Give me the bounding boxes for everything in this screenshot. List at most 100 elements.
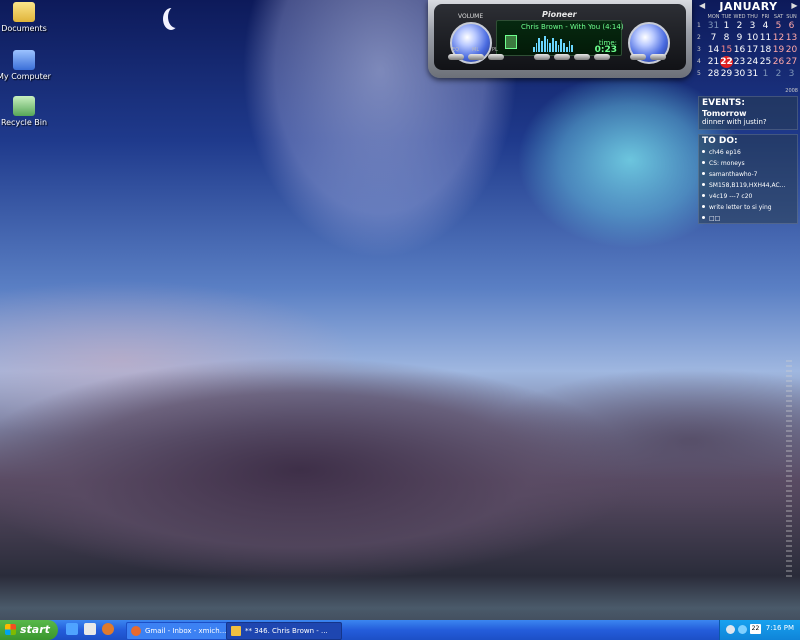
calendar-day[interactable]: 2: [772, 68, 785, 80]
internet-explorer-icon[interactable]: [66, 623, 78, 635]
task-label: Gmail - Inbox - xmich...: [145, 627, 227, 635]
calendar-day[interactable]: 7: [707, 32, 720, 44]
calendar-day[interactable]: 26: [772, 56, 785, 68]
calendar-day[interactable]: 15: [720, 44, 733, 56]
calendar-day[interactable]: 8: [720, 32, 733, 44]
event-description[interactable]: dinner with justin?: [699, 118, 797, 126]
desktop-icon-my-computer[interactable]: My Computer: [0, 50, 54, 81]
folder-icon: [13, 2, 35, 22]
calendar-day[interactable]: 13: [785, 32, 798, 44]
week-number: 3: [697, 46, 701, 53]
quick-launch-icon[interactable]: [84, 623, 96, 635]
desktop-icon-recycle-bin[interactable]: Recycle Bin: [0, 96, 54, 127]
calendar-day[interactable]: 29: [720, 68, 733, 80]
play-button[interactable]: [554, 54, 570, 60]
prev-button[interactable]: [534, 54, 550, 60]
desktop-icon-label: My Computer: [0, 72, 51, 81]
tray-volume-icon[interactable]: [738, 625, 747, 634]
todo-item[interactable]: ch46 ep16: [699, 147, 797, 158]
calendar-day[interactable]: 22: [720, 56, 733, 68]
calendar-day[interactable]: 3: [746, 20, 759, 32]
winamp-icon: [231, 626, 241, 636]
todo-item[interactable]: v4c19 ---7 c20: [699, 191, 797, 202]
calendar-day[interactable]: 12: [772, 32, 785, 44]
spectrum-bar: [552, 38, 554, 52]
desktop-icon-label: Documents: [1, 24, 47, 33]
taskbar-button-winamp[interactable]: ** 346. Chris Brown - ...: [226, 622, 342, 640]
calendar-header: ◀ JANUARY ▶: [697, 0, 800, 14]
spectrum-bar: [541, 41, 543, 52]
todo-item[interactable]: CS: moneys: [699, 158, 797, 169]
spectrum-bar: [563, 43, 565, 52]
shuffle-button[interactable]: [630, 54, 646, 60]
calendar-day[interactable]: 23: [733, 56, 746, 68]
calendar-day[interactable]: 6: [785, 20, 798, 32]
desktop-icon-label: Recycle Bin: [0, 118, 48, 127]
calendar-day[interactable]: 19: [772, 44, 785, 56]
eq-button[interactable]: [448, 54, 464, 60]
calendar-day[interactable]: 1: [759, 68, 772, 80]
media-player-widget[interactable]: VOLUME Pioneer Chris Brown - With You (4…: [428, 0, 692, 78]
calendar-day[interactable]: 9: [733, 32, 746, 44]
calendar-day[interactable]: 2: [733, 20, 746, 32]
ml-button[interactable]: [468, 54, 484, 60]
calendar-month: JANUARY: [719, 0, 778, 13]
calendar-day[interactable]: 20: [785, 44, 798, 56]
calendar-day[interactable]: 25: [759, 56, 772, 68]
calendar-day[interactable]: 30: [733, 68, 746, 80]
calendar-day[interactable]: 4: [759, 20, 772, 32]
spectrum-visualizer: [533, 34, 574, 52]
todo-title: TO DO:: [702, 136, 738, 146]
recycle-bin-icon: [13, 96, 35, 116]
repeat-button[interactable]: [650, 54, 666, 60]
chevron-right-icon[interactable]: ▶: [791, 1, 798, 10]
spectrum-bar: [549, 43, 552, 52]
calendar-day[interactable]: 11: [759, 32, 772, 44]
start-label: start: [20, 623, 50, 636]
start-button[interactable]: start: [0, 620, 58, 640]
windows-logo-icon: [5, 624, 16, 635]
calendar-day[interactable]: 31: [746, 68, 759, 80]
calendar-day[interactable]: 10: [746, 32, 759, 44]
pause-button[interactable]: [574, 54, 590, 60]
computer-icon: [13, 50, 35, 70]
taskbar-button-gmail[interactable]: Gmail - Inbox - xmich...: [126, 622, 242, 640]
todo-item[interactable]: samanthawho-7: [699, 169, 797, 180]
spectrum-bar: [554, 41, 557, 52]
spectrum-bar: [535, 43, 538, 52]
spectrum-bar: [538, 38, 541, 52]
pl-button[interactable]: [488, 54, 504, 60]
calendar-day[interactable]: 16: [733, 44, 746, 56]
todo-item[interactable]: write letter to si ying: [699, 202, 797, 213]
calendar-day[interactable]: 21: [707, 56, 720, 68]
todo-item[interactable]: SM158,B119,HXH44,AC...: [699, 180, 797, 191]
calendar-day[interactable]: 27: [785, 56, 798, 68]
todo-list: ch46 ep16 CS: moneys samanthawho-7 SM158,B1…: [699, 147, 797, 224]
tray-network-icon[interactable]: [726, 625, 735, 634]
wallpaper-caption: [786, 360, 792, 580]
event-when: Tomorrow: [702, 109, 747, 118]
spectrum-bar: [571, 45, 574, 52]
calendar-day[interactable]: 3: [785, 68, 798, 80]
clock[interactable]: 7:16 PM: [766, 624, 794, 632]
calendar-day[interactable]: 24: [746, 56, 759, 68]
calendar-widget: ◀ JANUARY ▶ MON TUE WED THU FRI SAT SUN 1 31 1 2 3…: [697, 0, 800, 96]
week-number: 1: [697, 22, 701, 29]
todo-item[interactable]: □□: [699, 213, 797, 224]
volume-label: VOLUME: [458, 13, 484, 20]
chevron-left-icon[interactable]: ◀: [699, 1, 706, 10]
calendar-day[interactable]: 17: [746, 44, 759, 56]
week-number: 2: [697, 34, 701, 41]
week-number: 4: [697, 58, 701, 65]
desktop-icon-documents[interactable]: Documents: [0, 2, 54, 33]
calendar-day[interactable]: 31: [707, 20, 720, 32]
calendar-day[interactable]: 14: [707, 44, 720, 56]
calendar-day[interactable]: 18: [759, 44, 772, 56]
firefox-icon[interactable]: [102, 623, 114, 635]
next-button[interactable]: [594, 54, 610, 60]
task-label: ** 346. Chris Brown - ...: [245, 627, 328, 635]
calendar-day[interactable]: 1: [720, 20, 733, 32]
calendar-day[interactable]: 28: [707, 68, 720, 80]
calendar-day[interactable]: 5: [772, 20, 785, 32]
tray-calendar-icon[interactable]: 22: [750, 624, 761, 634]
